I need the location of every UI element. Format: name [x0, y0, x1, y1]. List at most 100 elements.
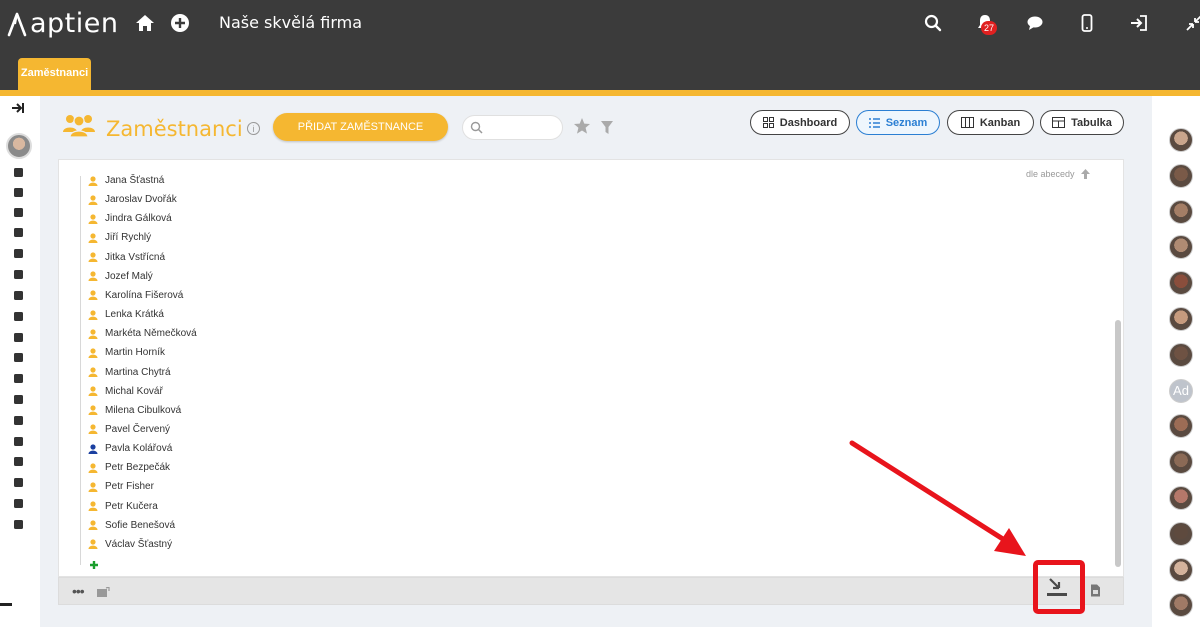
network-icon[interactable]: [11, 434, 25, 448]
person-icon[interactable]: [11, 371, 25, 385]
employee-row[interactable]: Karolína Fišerová: [88, 286, 183, 305]
employee-row[interactable]: Jozef Malý: [88, 267, 153, 286]
employee-row[interactable]: Petr Fisher: [88, 477, 154, 496]
team-member-avatar[interactable]: [1169, 557, 1193, 582]
page-title: Zaměstnanci: [106, 117, 243, 141]
dog-icon[interactable]: [11, 309, 25, 323]
team-member-avatar[interactable]: [1169, 486, 1193, 510]
favorite-star-icon[interactable]: [573, 117, 591, 140]
employee-row[interactable]: Jana Šťastná: [88, 171, 164, 190]
highlight-annotation: [1033, 560, 1085, 614]
filter-icon[interactable]: [601, 121, 613, 139]
person-icon: [88, 424, 98, 435]
chat-icon[interactable]: [1023, 11, 1047, 35]
person-icon: [88, 329, 98, 339]
home-icon[interactable]: [11, 165, 25, 179]
view-kanban-button[interactable]: Kanban: [947, 110, 1034, 135]
user-avatar[interactable]: [6, 133, 32, 159]
view-dashboard-button[interactable]: Dashboard: [750, 110, 850, 135]
team-member-avatar[interactable]: [1169, 199, 1193, 224]
view-list-button[interactable]: Seznam: [856, 110, 940, 135]
mail-icon[interactable]: [96, 585, 110, 603]
clipboard-list-icon[interactable]: [11, 392, 25, 406]
report-icon[interactable]: [11, 350, 25, 364]
org-chart-icon[interactable]: [11, 517, 25, 531]
person-icon: [88, 309, 98, 320]
home-icon[interactable]: [133, 11, 157, 35]
employee-name: Pavel Červený: [105, 423, 171, 435]
star-icon[interactable]: [11, 267, 25, 281]
employee-row[interactable]: Markéta Němečková: [88, 324, 197, 343]
employee-name: Markéta Němečková: [105, 328, 197, 340]
employee-row[interactable]: Václav Šťastný: [88, 535, 172, 554]
employee-row[interactable]: Jaroslav Dvořák: [88, 190, 177, 209]
add-employee-row-icon[interactable]: [89, 557, 99, 575]
group-icon[interactable]: [11, 246, 25, 260]
employee-row[interactable]: Jitka Vstřícná: [88, 248, 165, 267]
employee-row[interactable]: Martina Chytrá: [88, 363, 171, 382]
view-dashboard-label: Dashboard: [779, 116, 838, 129]
document-icon[interactable]: [11, 288, 25, 302]
person-icon: [88, 195, 98, 205]
team-member-avatar[interactable]: [1169, 271, 1193, 296]
sidebar-expand-icon[interactable]: [11, 101, 25, 115]
employee-row[interactable]: Michal Kovář: [88, 382, 163, 401]
employee-row[interactable]: Petr Bezpečák: [88, 458, 170, 477]
employee-name: Petr Fisher: [105, 481, 154, 493]
employee-row[interactable]: Pavla Kolářová: [88, 439, 172, 458]
employee-row[interactable]: Sofie Benešová: [88, 516, 175, 535]
employee-row[interactable]: Jiří Rychlý: [88, 228, 151, 247]
employee-row[interactable]: Milena Cibulková: [88, 401, 181, 420]
mobile-icon[interactable]: [1075, 11, 1099, 35]
search-icon[interactable]: [921, 11, 945, 35]
team-member-avatar[interactable]: [1169, 342, 1193, 367]
team-member-avatar[interactable]: [1169, 128, 1193, 152]
kanban-icon: [960, 117, 974, 128]
view-table-button[interactable]: Tabulka: [1040, 110, 1124, 135]
employee-row[interactable]: Pavel Červený: [88, 420, 170, 439]
employee-row[interactable]: Jindra Gálková: [88, 209, 172, 228]
team-member-avatar[interactable]: [1169, 307, 1193, 331]
more-options-icon[interactable]: •••: [72, 583, 85, 599]
clipboard-icon[interactable]: [11, 225, 25, 239]
collapse-icon[interactable]: [1182, 11, 1200, 35]
employee-name: Václav Šťastný: [105, 538, 173, 550]
team-member-avatar[interactable]: [1169, 163, 1193, 188]
team-member-avatar[interactable]: [1169, 450, 1193, 475]
employee-list-panel: [58, 159, 1124, 577]
check-circle-icon[interactable]: [11, 330, 25, 344]
person-icon: [88, 214, 98, 224]
calendar-icon[interactable]: [11, 205, 25, 219]
search-field[interactable]: [462, 115, 563, 140]
bell-icon[interactable]: [11, 185, 25, 199]
person-icon: [88, 175, 98, 186]
logout-icon[interactable]: [1127, 11, 1151, 35]
library-icon[interactable]: [11, 496, 25, 510]
person-icon: [88, 443, 98, 454]
company-name[interactable]: Naše skvělá firma: [219, 13, 362, 32]
employee-row[interactable]: Martin Horník: [88, 343, 165, 362]
employee-name: Petr Kučera: [105, 500, 158, 512]
team-member-avatar[interactable]: [1169, 521, 1193, 546]
sidebar-bottom-marker: [0, 603, 12, 606]
person-icon: [88, 386, 98, 397]
dots-icon[interactable]: [11, 454, 25, 468]
scrollbar[interactable]: [1115, 320, 1121, 567]
employee-row[interactable]: Lenka Krátká: [88, 305, 164, 324]
team-icon[interactable]: [11, 475, 25, 489]
person-icon: [88, 405, 98, 416]
add-circle-icon[interactable]: [168, 11, 192, 35]
employee-name: Lenka Krátká: [105, 309, 164, 321]
document-icon[interactable]: [1090, 584, 1101, 602]
info-icon[interactable]: i: [247, 122, 260, 135]
team-member-avatar[interactable]: Ad: [1169, 378, 1193, 403]
employee-row[interactable]: Petr Kučera: [88, 497, 158, 516]
add-employee-button[interactable]: PŘIDAT ZAMĚSTNANCE: [273, 113, 448, 141]
tab-zamestnanci[interactable]: Zaměstnanci: [18, 58, 91, 90]
logo[interactable]: aptien: [6, 8, 119, 39]
books-icon[interactable]: [11, 413, 25, 427]
employee-name: Jaroslav Dvořák: [105, 194, 177, 206]
sort-control[interactable]: dle abecedy: [1026, 168, 1091, 180]
notification-badge: 27: [981, 21, 997, 35]
search-input[interactable]: [487, 119, 557, 137]
